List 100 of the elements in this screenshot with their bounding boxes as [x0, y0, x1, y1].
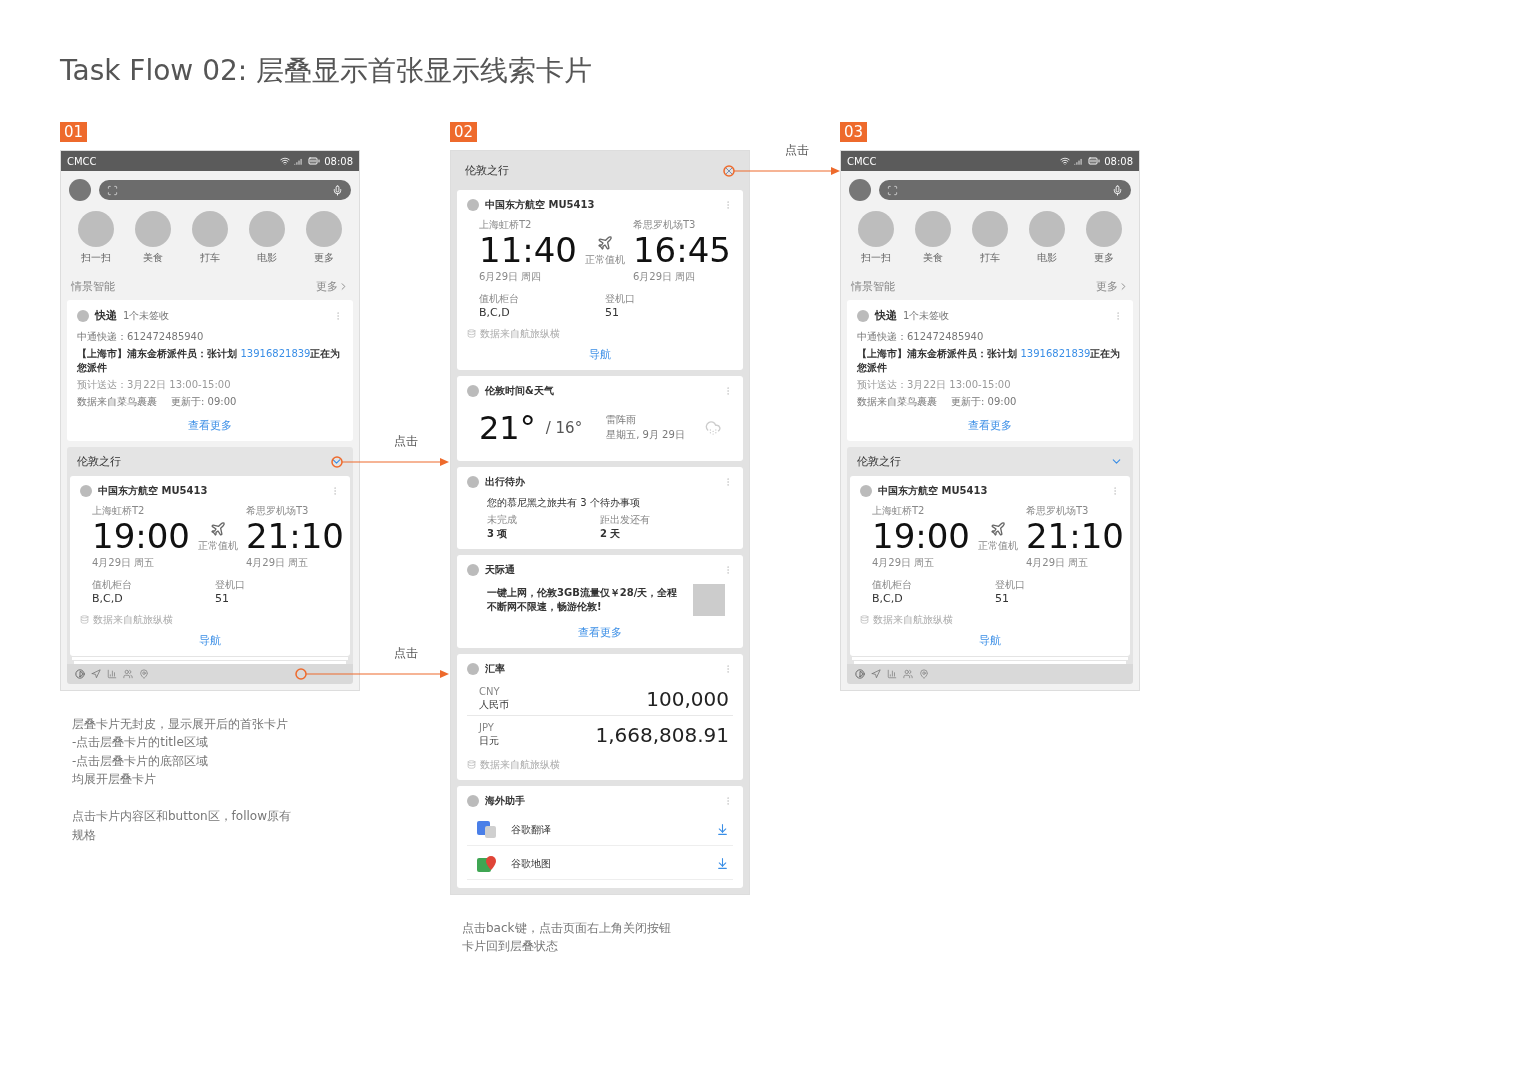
plane-icon: [990, 520, 1006, 537]
more-link[interactable]: 更多: [316, 279, 349, 294]
download-icon[interactable]: [716, 857, 729, 871]
phone-link[interactable]: 13916821839: [1020, 348, 1091, 359]
stack-header[interactable]: 伦敦之行: [67, 447, 353, 476]
stack-header[interactable]: 伦敦之行: [847, 447, 1133, 476]
flight-status: 正常值机: [198, 538, 238, 553]
view-more-link[interactable]: 查看更多: [188, 418, 232, 433]
avatar[interactable]: [69, 179, 91, 201]
stat-value: 2 天: [600, 526, 622, 541]
people-icon: [123, 668, 133, 679]
navigate-link[interactable]: 导航: [589, 346, 611, 362]
send-icon: [871, 668, 881, 679]
shortcut-label: 打车: [199, 251, 220, 265]
plane-icon: [210, 520, 226, 537]
scan-icon[interactable]: [887, 184, 898, 196]
carrier: CMCC: [67, 155, 97, 167]
note-text: 卡片回到层叠状态: [462, 938, 559, 956]
view-more-link[interactable]: 查看更多: [968, 418, 1012, 433]
update-time: 更新于: 09:00: [951, 395, 1017, 409]
clock: 08:08: [1104, 155, 1133, 167]
info-value: B,C,D: [872, 591, 904, 605]
departure-time: 19:00: [92, 519, 190, 555]
card-subtitle: 1个未签收: [123, 308, 170, 323]
navigate-link[interactable]: 导航: [199, 632, 221, 648]
shortcut-icon[interactable]: [306, 211, 343, 247]
stack-title: 伦敦之行: [77, 454, 121, 469]
shortcut-label: 更多: [314, 251, 335, 265]
step-badge: 03: [840, 122, 868, 142]
airline-name: 中国东方航空 MU5413: [878, 484, 988, 498]
shortcut-icon[interactable]: [249, 211, 286, 247]
page-title: 伦敦之行: [465, 163, 509, 178]
shortcut-icon[interactable]: [971, 211, 1008, 247]
phone-link[interactable]: 13916821839: [240, 348, 311, 359]
source-text: 数据来自航旅纵横: [480, 757, 560, 772]
section-title: 情景智能: [851, 279, 895, 294]
shortcut-label: 电影: [1037, 251, 1058, 265]
note-text: -点击层叠卡片的title区域: [72, 734, 209, 752]
view-more-link[interactable]: 查看更多: [578, 624, 622, 640]
departure-time: 19:00: [872, 519, 970, 555]
tracking-number: 中通快递：612472485940: [857, 330, 985, 344]
airport: 上海虹桥T2: [479, 218, 533, 232]
signal-icon: [1074, 156, 1085, 166]
contrast-icon: [75, 668, 85, 679]
shortcut-icon[interactable]: [914, 211, 951, 247]
send-icon: [91, 668, 101, 679]
avatar[interactable]: [849, 179, 871, 201]
info-value: 51: [605, 305, 620, 319]
app-name: 谷歌地图: [511, 856, 551, 871]
delivery-eta: 预计送达：3月22日 13:00-15:00: [857, 378, 1012, 392]
airport: 希思罗机场T3: [1026, 504, 1090, 518]
chart-icon: [107, 668, 117, 679]
plane-icon: [597, 234, 613, 251]
currency-code: CNY: [479, 685, 501, 697]
card-title: 海外助手: [485, 793, 525, 808]
card-title: 伦敦时间&天气: [485, 383, 554, 398]
delivery-message: 【上海市】浦东金桥派件员：张计划 13916821839正在为您派件: [77, 347, 342, 375]
update-time: 更新于: 09:00: [171, 395, 237, 409]
navigate-link[interactable]: 导航: [979, 632, 1001, 648]
airline-logo: [80, 485, 92, 497]
flight-date: 6月29日 周四: [633, 269, 697, 284]
mic-icon[interactable]: [1112, 184, 1123, 196]
flight-date: 6月29日 周四: [479, 269, 543, 284]
delivery-eta: 预计送达：3月22日 13:00-15:00: [77, 378, 232, 392]
maps-app-icon: [477, 854, 497, 873]
card-logo: [467, 794, 479, 807]
card-title: 快递: [95, 308, 117, 323]
search-field[interactable]: [99, 180, 351, 200]
airline-name: 中国东方航空 MU5413: [485, 198, 595, 212]
tap-label: 点击: [785, 141, 809, 159]
shortcut-label: 美食: [142, 251, 163, 265]
shortcut-icon[interactable]: [191, 211, 228, 247]
more-link[interactable]: 更多: [1096, 279, 1129, 294]
shortcut-label: 美食: [922, 251, 943, 265]
section-title: 情景智能: [71, 279, 115, 294]
shortcut-icon[interactable]: [1029, 211, 1066, 247]
shortcut-icon[interactable]: [1086, 211, 1123, 247]
stack-title: 伦敦之行: [857, 454, 901, 469]
airport: 上海虹桥T2: [872, 504, 926, 518]
shortcut-icon[interactable]: [77, 211, 114, 247]
info-value: 51: [215, 591, 230, 605]
card-title: 出行待办: [485, 474, 525, 489]
battery-icon: [308, 155, 321, 167]
info-value: B,C,D: [92, 591, 124, 605]
stack-footer[interactable]: [847, 663, 1133, 684]
note-text: -点击层叠卡片的底部区域: [72, 752, 210, 770]
departure-time: 11:40: [479, 233, 577, 269]
info-label: 值机柜台: [479, 291, 520, 306]
info-label: 登机口: [995, 577, 1026, 592]
flight-date: 4月29日 周五: [872, 555, 936, 570]
card-logo: [77, 309, 89, 322]
currency-amount: 1,668,808.91: [595, 722, 729, 747]
arrival-time: 21:10: [246, 519, 344, 555]
search-field[interactable]: [879, 180, 1131, 200]
download-icon[interactable]: [716, 823, 729, 837]
mic-icon[interactable]: [332, 184, 343, 196]
scan-icon[interactable]: [107, 184, 118, 196]
card-logo: [467, 475, 479, 488]
shortcut-icon[interactable]: [134, 211, 171, 247]
shortcut-icon[interactable]: [857, 211, 894, 247]
